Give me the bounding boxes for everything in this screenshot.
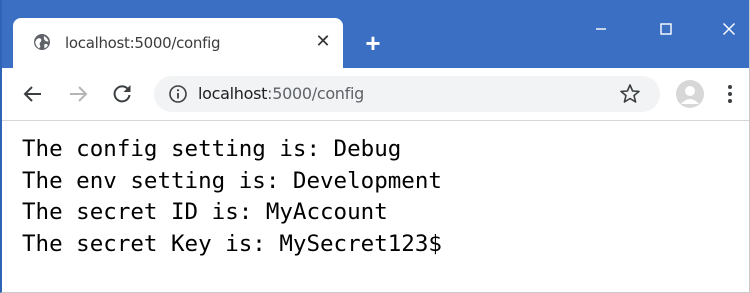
star-icon[interactable]	[618, 82, 642, 106]
config-line: The config setting is: Debug	[22, 136, 402, 162]
address-bar[interactable]: localhost:5000/config	[154, 76, 660, 112]
close-icon[interactable]	[714, 14, 744, 44]
toolbar: localhost:5000/config	[2, 68, 749, 121]
profile-avatar[interactable]	[676, 80, 704, 108]
minimize-icon[interactable]	[586, 14, 616, 44]
title-bar: localhost:5000/config ✕ +	[2, 0, 749, 68]
browser-tab[interactable]: localhost:5000/config ✕	[13, 18, 343, 68]
browser-window: localhost:5000/config ✕ + localhost:5000…	[0, 0, 750, 293]
secret-id-line: The secret ID is: MyAccount	[22, 199, 388, 225]
secret-key-line: The secret Key is: MySecret123$	[22, 230, 442, 257]
tab-title: localhost:5000/config	[65, 34, 221, 52]
page-content: The config setting is: Debug The env set…	[22, 134, 722, 260]
maximize-icon[interactable]	[651, 14, 681, 44]
more-menu-icon[interactable]	[720, 81, 740, 107]
tab-close-icon[interactable]: ✕	[313, 31, 333, 51]
info-icon[interactable]	[168, 84, 188, 104]
back-arrow-icon[interactable]	[20, 81, 46, 107]
url-host: localhost	[198, 84, 268, 103]
url-text[interactable]: localhost:5000/config	[198, 84, 364, 103]
reload-icon[interactable]	[109, 81, 135, 107]
new-tab-icon[interactable]: +	[360, 30, 386, 56]
url-path: :5000/config	[267, 84, 364, 103]
env-line: The env setting is: Development	[22, 167, 442, 194]
person-icon	[681, 86, 699, 104]
globe-icon	[34, 34, 50, 50]
forward-arrow-icon[interactable]	[65, 81, 91, 107]
